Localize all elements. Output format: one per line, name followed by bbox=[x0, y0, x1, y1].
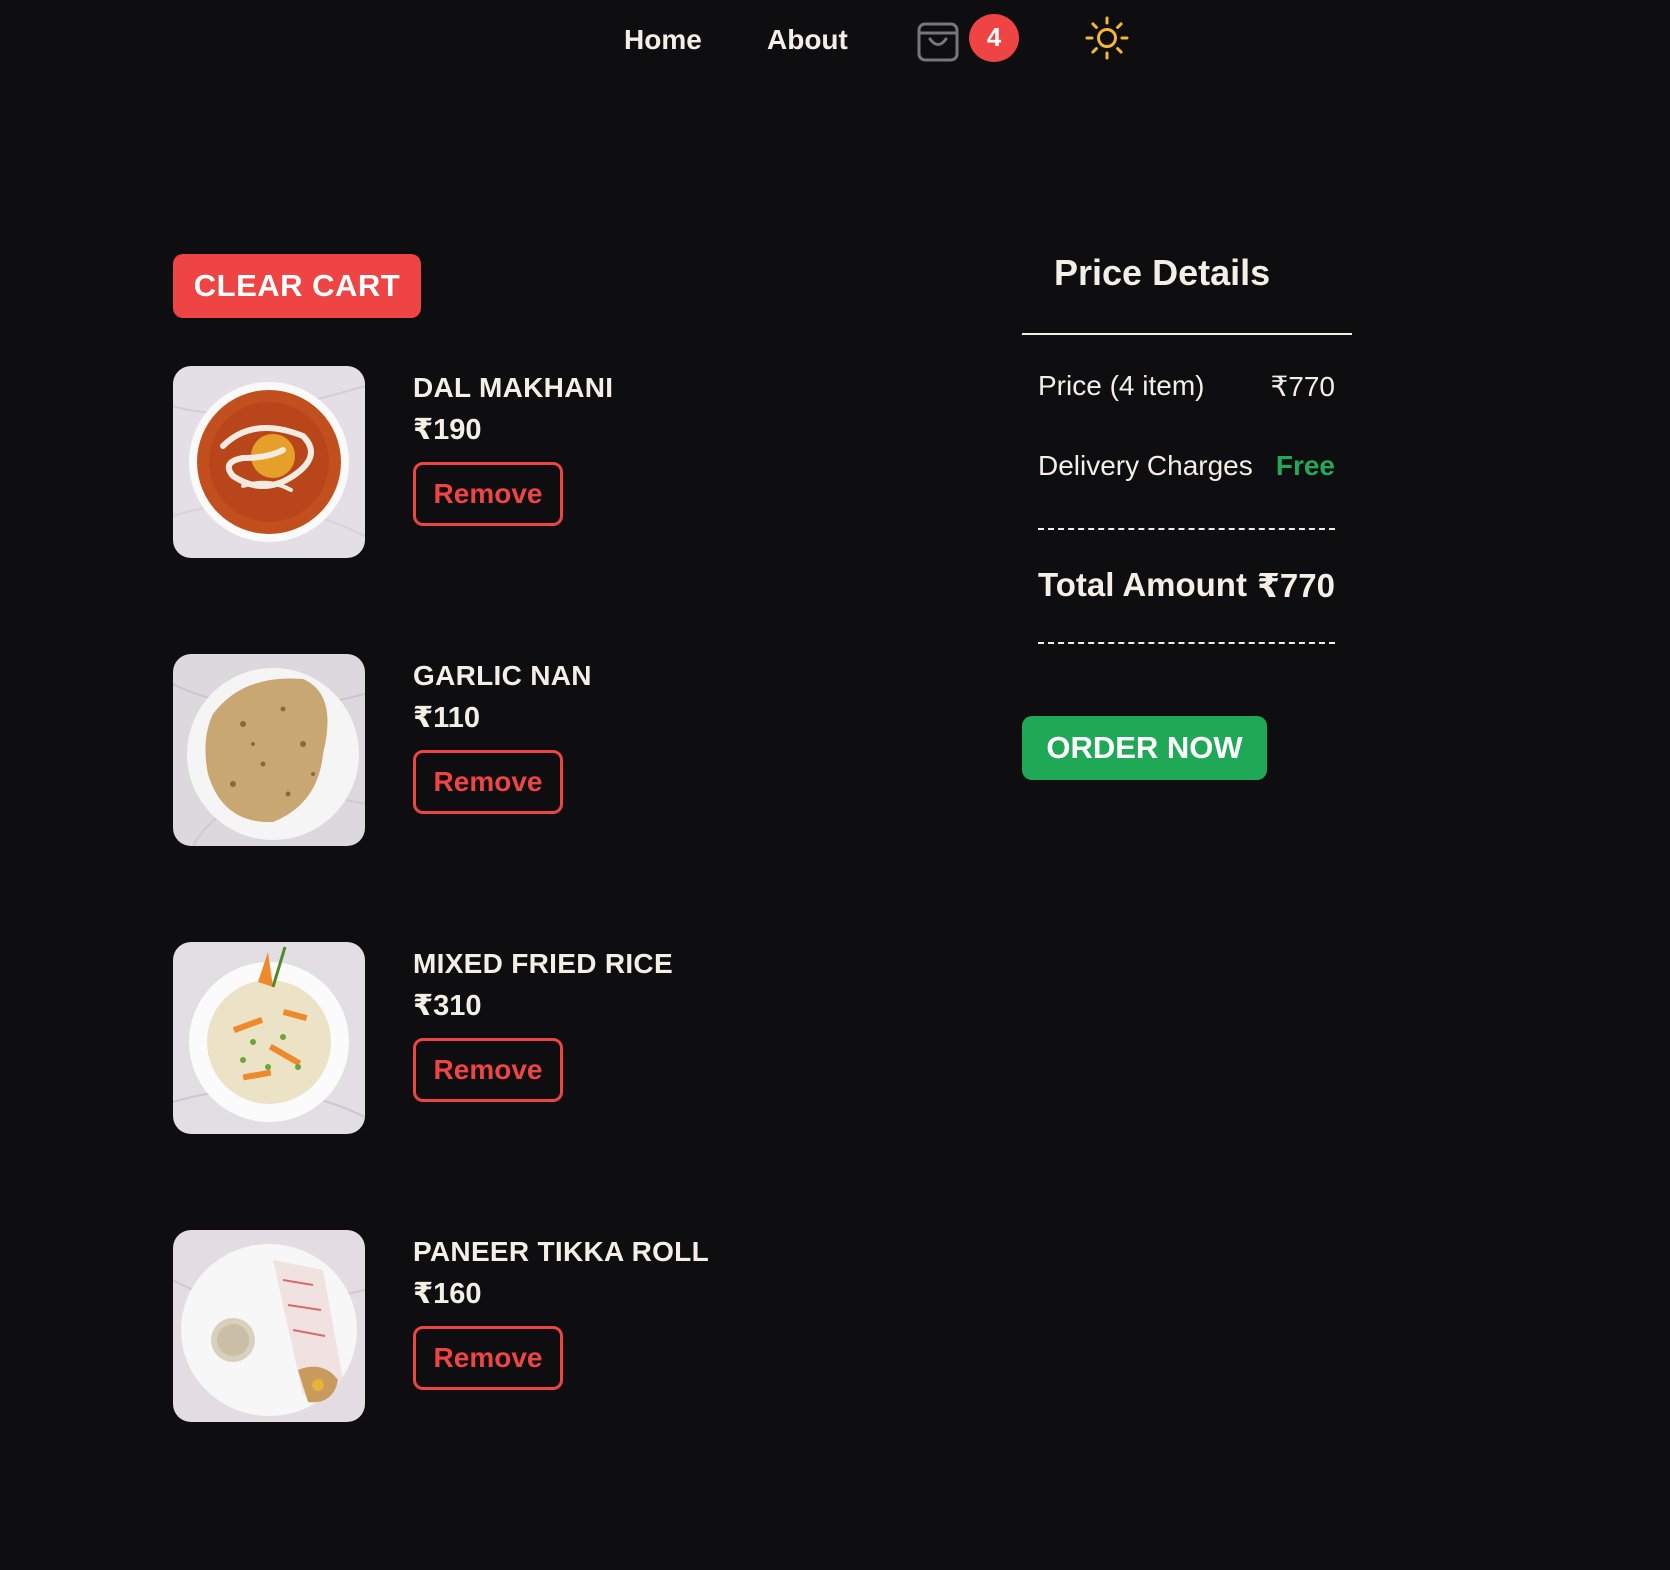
remove-button[interactable]: Remove bbox=[413, 462, 563, 526]
item-image bbox=[173, 1230, 365, 1422]
total-value: ₹770 bbox=[1256, 567, 1335, 604]
remove-button[interactable]: Remove bbox=[413, 750, 563, 814]
divider bbox=[1022, 333, 1352, 335]
remove-button[interactable]: Remove bbox=[413, 1038, 563, 1102]
item-image bbox=[173, 366, 365, 558]
nav-about-link[interactable]: About bbox=[767, 20, 848, 60]
cart-item: GARLIC NAN ₹110 Remove bbox=[173, 654, 773, 846]
dashed-divider bbox=[1038, 642, 1335, 644]
item-name: DAL MAKHANI bbox=[413, 372, 614, 403]
cart-item: PANEER TIKKA ROLL ₹160 Remove bbox=[173, 1230, 773, 1422]
item-price: ₹310 bbox=[413, 990, 482, 1022]
item-image bbox=[173, 654, 365, 846]
dashed-divider bbox=[1038, 528, 1335, 530]
cart-item: DAL MAKHANI ₹190 Remove bbox=[173, 366, 773, 558]
total-label: Total Amount bbox=[1038, 566, 1247, 603]
sun-icon[interactable] bbox=[1083, 14, 1131, 62]
item-price: ₹110 bbox=[413, 702, 480, 734]
nav-home-link[interactable]: Home bbox=[624, 20, 702, 60]
item-price: ₹160 bbox=[413, 1278, 482, 1310]
item-price: ₹190 bbox=[413, 414, 482, 446]
order-now-button[interactable]: ORDER NOW bbox=[1022, 716, 1267, 780]
cart-item: MIXED FRIED RICE ₹310 Remove bbox=[173, 942, 773, 1134]
delivery-value: Free bbox=[1275, 450, 1335, 481]
price-value: ₹770 bbox=[1270, 371, 1335, 402]
item-image bbox=[173, 942, 365, 1134]
clear-cart-button[interactable]: CLEAR CART bbox=[173, 254, 421, 318]
item-name: GARLIC NAN bbox=[413, 660, 592, 691]
cart-count-badge: 4 bbox=[969, 14, 1019, 62]
cart-page: Home About 4 CLEAR CART DAL MAKHANI ₹190… bbox=[0, 0, 1670, 1570]
price-details-title: Price Details bbox=[1054, 252, 1271, 293]
cart-icon[interactable] bbox=[915, 14, 961, 64]
price-label: Price (4 item) bbox=[1038, 370, 1205, 401]
delivery-label: Delivery Charges bbox=[1038, 450, 1253, 481]
item-name: PANEER TIKKA ROLL bbox=[413, 1236, 709, 1267]
top-nav: Home About 4 bbox=[0, 0, 1670, 80]
remove-button[interactable]: Remove bbox=[413, 1326, 563, 1390]
item-name: MIXED FRIED RICE bbox=[413, 948, 673, 979]
